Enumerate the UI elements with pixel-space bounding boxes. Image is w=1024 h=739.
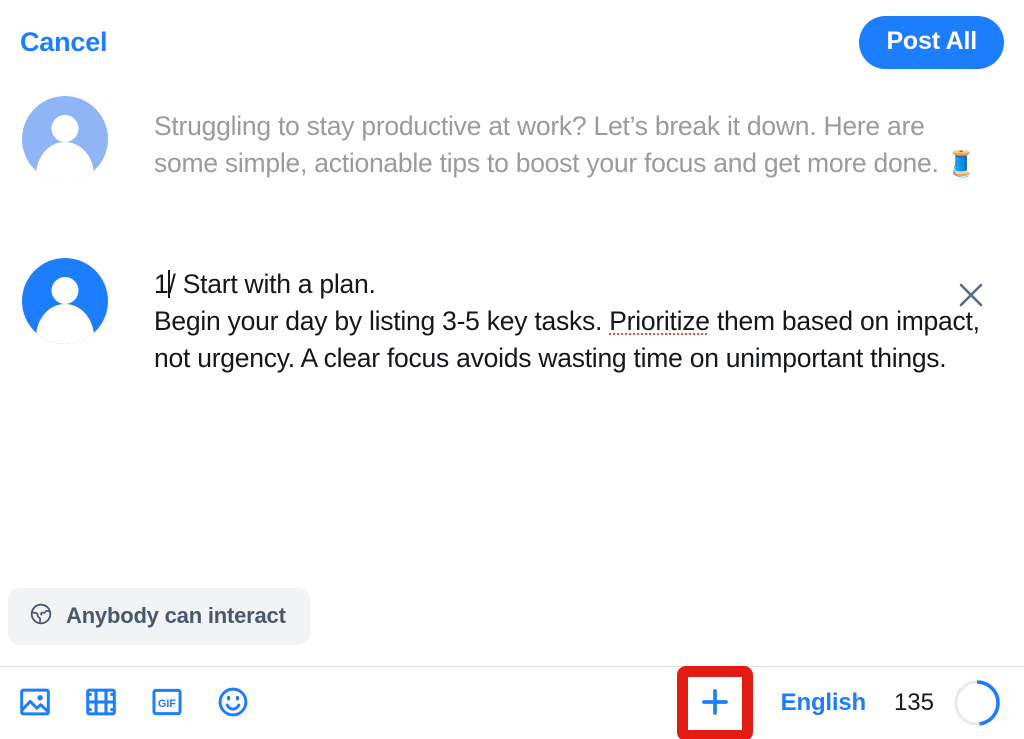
character-progress-ring xyxy=(952,678,1002,728)
add-video-button[interactable] xyxy=(84,686,118,720)
post-text-placeholder[interactable]: Struggling to stay productive at work? L… xyxy=(108,96,1006,183)
emoji-icon xyxy=(216,685,250,722)
video-icon xyxy=(84,685,118,722)
plus-icon xyxy=(698,685,732,722)
post-text-segment-2: / Start with a plan. Begin your day by l… xyxy=(154,269,603,336)
composer-post-list: Struggling to stay productive at work? L… xyxy=(0,84,1024,581)
post-text-segment-1: 1 xyxy=(154,269,169,299)
add-gif-button[interactable]: GIF xyxy=(150,686,184,720)
thread-composer-screen: Cancel Post All Struggling to stay produ… xyxy=(0,0,1024,739)
composer-header: Cancel Post All xyxy=(0,0,1024,84)
misspelled-word: Prioritize xyxy=(609,306,710,336)
composer-post-item[interactable]: Struggling to stay productive at work? L… xyxy=(0,96,1024,183)
user-avatar-icon xyxy=(22,258,108,344)
cancel-button[interactable]: Cancel xyxy=(18,23,109,62)
gif-icon: GIF xyxy=(150,685,184,722)
post-all-button[interactable]: Post All xyxy=(859,15,1004,69)
character-count: 135 xyxy=(893,689,934,716)
close-icon[interactable] xyxy=(956,280,986,310)
add-image-button[interactable] xyxy=(18,686,52,720)
composer-post-item-active[interactable]: 1/ Start with a plan. Begin your day by … xyxy=(0,258,1024,377)
post-placeholder-text: Struggling to stay productive at work? L… xyxy=(154,111,946,178)
user-avatar-icon xyxy=(22,96,108,182)
globe-icon xyxy=(29,602,53,629)
toolbar-right-controls: English 135 xyxy=(676,665,1014,739)
image-icon xyxy=(18,685,52,722)
language-button[interactable]: English xyxy=(775,687,872,719)
add-post-button[interactable] xyxy=(698,686,732,720)
toolbar-media-tools: GIF xyxy=(18,686,250,720)
svg-text:GIF: GIF xyxy=(158,697,176,709)
add-emoji-button[interactable] xyxy=(216,686,250,720)
composer-toolbar: GIF English 135 xyxy=(0,665,1024,739)
thread-emoji: 🧵 xyxy=(945,150,977,178)
add-post-highlight-wrapper xyxy=(676,665,753,739)
audience-selector-button[interactable]: Anybody can interact xyxy=(8,588,310,645)
audience-row: Anybody can interact xyxy=(8,588,310,645)
audience-label: Anybody can interact xyxy=(66,602,286,628)
post-text-input[interactable]: 1/ Start with a plan. Begin your day by … xyxy=(108,258,1006,377)
